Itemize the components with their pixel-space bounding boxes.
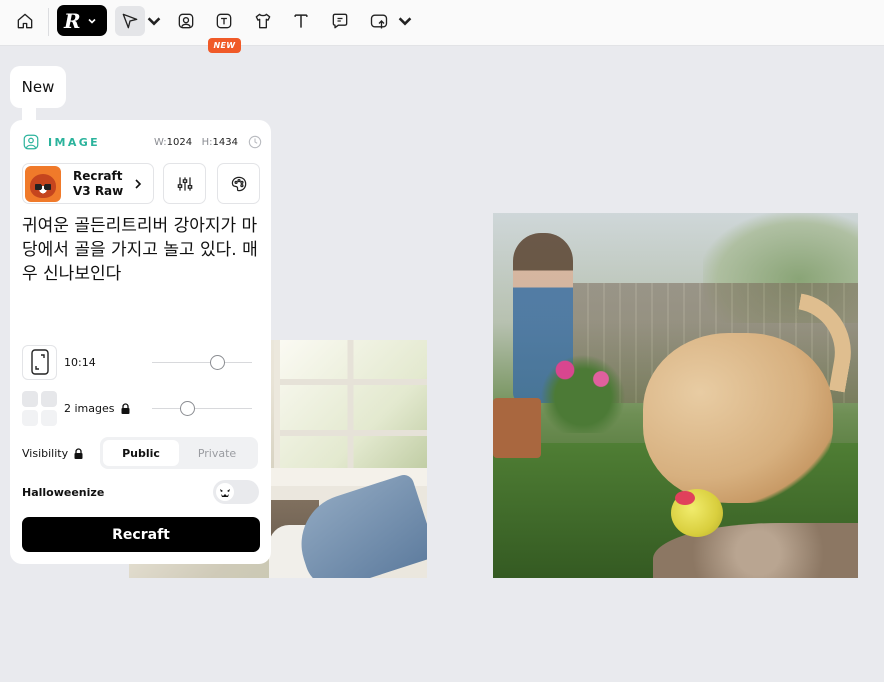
chevron-right-icon [135, 179, 142, 189]
dimensions[interactable]: W:1024 H:1434 [154, 137, 238, 148]
sliders-icon [177, 176, 192, 191]
pointer-tool-button[interactable] [115, 6, 145, 36]
canvas-image-puppy-with-ball[interactable] [493, 213, 858, 578]
halloweenize-toggle[interactable] [213, 480, 259, 504]
panel-header: IMAGE W:1024 H:1434 [22, 132, 262, 152]
image-type-icon [23, 134, 39, 150]
top-toolbar: R NEW [0, 0, 884, 53]
frame-name-label: New [21, 78, 55, 96]
lock-icon [74, 447, 83, 459]
aspect-ratio-slider-knob[interactable] [209, 355, 225, 370]
mockup-shirt-icon[interactable] [248, 6, 278, 36]
image-count-row: 2 images [22, 390, 262, 426]
type-label: IMAGE [48, 135, 101, 149]
prompt-text[interactable]: 귀여운 골든리트리버 강아지가 마당에서 골을 가지고 놀고 있다. 매우 신나… [22, 214, 262, 286]
pointer-dropdown[interactable] [145, 6, 163, 36]
recraft-logo: R [64, 8, 81, 33]
pointer-icon [122, 13, 138, 29]
home-icon[interactable] [10, 6, 40, 36]
image-frame-icon[interactable] [171, 6, 201, 36]
puppy [643, 333, 833, 503]
visibility-row: Visibility Public Private [22, 437, 259, 469]
visibility-private-option[interactable]: Private [179, 440, 255, 466]
aspect-ratio-button[interactable] [22, 344, 57, 380]
aspect-ratio-slider[interactable] [152, 355, 252, 370]
comment-icon[interactable] [325, 6, 355, 36]
halloweenize-row: Halloweenize [22, 480, 259, 504]
text-frame-icon[interactable] [209, 6, 239, 36]
history-clock-icon[interactable] [248, 135, 262, 149]
chevron-down-icon [398, 17, 412, 26]
visibility-label: Visibility [22, 446, 69, 460]
text-icon[interactable] [286, 6, 316, 36]
chevron-down-icon [147, 17, 161, 26]
chevron-down-icon [88, 18, 96, 24]
recraft-generate-button[interactable]: Recraft [22, 517, 260, 552]
settings-sliders-button[interactable] [163, 163, 206, 204]
image-count-label: 2 images [64, 401, 115, 415]
red-panda-model-thumbnail [25, 165, 61, 202]
aspect-ratio-label: 10:14 [64, 355, 96, 369]
toolbar-divider [48, 8, 49, 36]
export-icon[interactable] [364, 6, 394, 36]
model-selector[interactable]: Recraft V3 Raw [22, 163, 154, 204]
portrait-ratio-icon [30, 349, 49, 375]
pumpkin-face-icon [220, 488, 230, 497]
image-count-slider[interactable] [152, 401, 252, 416]
image-count-grid-icon[interactable] [22, 390, 57, 426]
aspect-ratio-row: 10:14 [22, 344, 262, 380]
recraft-logo-button[interactable]: R [57, 5, 107, 36]
model-name: Recraft V3 Raw [73, 168, 124, 198]
style-palette-button[interactable] [217, 163, 260, 204]
generation-panel: IMAGE W:1024 H:1434 Recraft V3 Raw 귀여운 골… [10, 120, 271, 564]
new-badge: NEW [208, 38, 241, 53]
visibility-toggle: Public Private [100, 437, 258, 469]
palette-icon [231, 176, 246, 191]
image-count-slider-knob[interactable] [179, 401, 195, 416]
halloweenize-label: Halloweenize [22, 485, 105, 499]
frame-name-tag[interactable]: New [10, 66, 66, 120]
visibility-public-option[interactable]: Public [103, 440, 179, 466]
export-dropdown[interactable] [396, 6, 414, 36]
lock-icon [121, 402, 129, 414]
tennis-ball [671, 489, 723, 537]
